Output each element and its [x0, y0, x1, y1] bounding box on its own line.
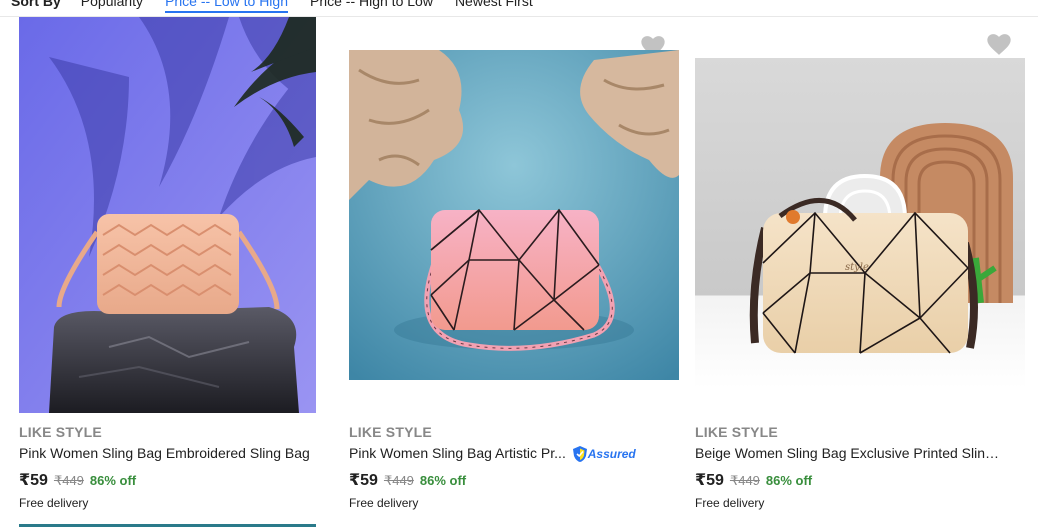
svg-text:style: style: [845, 262, 869, 273]
sort-option-newest[interactable]: Newest First: [455, 0, 533, 10]
product-image[interactable]: style: [695, 58, 1025, 388]
product-title[interactable]: Beige Women Sling Bag Exclusive Printed …: [695, 445, 1000, 461]
product-title[interactable]: Pink Women Sling Bag Embroidered Sling B…: [19, 445, 339, 461]
sort-option-popularity[interactable]: Popularity: [81, 0, 143, 10]
product-brand: LIKE STYLE: [19, 424, 102, 440]
product-card[interactable]: LIKE STYLE Pink Women Sling Bag Embroide…: [19, 17, 349, 527]
product-mrp: ₹449: [729, 473, 760, 488]
price-row: ₹59 ₹449 86% off: [349, 470, 466, 490]
product-price: ₹59: [695, 472, 724, 489]
sort-bar: Sort By Popularity Price -- Low to High …: [0, 0, 1038, 17]
shield-icon: [572, 446, 587, 463]
wishlist-heart-icon[interactable]: [985, 31, 1013, 57]
product-discount: 86% off: [765, 473, 813, 488]
price-row: ₹59 ₹449 86% off: [19, 470, 136, 490]
product-discount: 86% off: [89, 473, 137, 488]
product-brand: LIKE STYLE: [349, 424, 432, 440]
sort-label: Sort By: [11, 0, 61, 9]
delivery-info: Free delivery: [695, 496, 765, 510]
delivery-info: Free delivery: [19, 496, 89, 510]
product-discount: 86% off: [419, 473, 467, 488]
product-price: ₹59: [349, 472, 378, 489]
product-brand: LIKE STYLE: [695, 424, 778, 440]
sort-option-price-low-high[interactable]: Price -- Low to High: [165, 0, 288, 13]
product-mrp: ₹449: [53, 473, 84, 488]
product-card[interactable]: style LIKE STYLE Beige Women Sling Bag E…: [695, 17, 1025, 527]
price-row: ₹59 ₹449 86% off: [695, 470, 812, 490]
assured-badge: Assured: [572, 445, 636, 463]
product-image[interactable]: [19, 17, 316, 413]
product-image[interactable]: [349, 50, 679, 380]
product-price: ₹59: [19, 472, 48, 489]
sort-option-price-high-low[interactable]: Price -- High to Low: [310, 0, 433, 10]
product-title[interactable]: Pink Women Sling Bag Artistic Pr...: [349, 445, 566, 461]
product-card[interactable]: LIKE STYLE Pink Women Sling Bag Artistic…: [349, 17, 679, 527]
delivery-info: Free delivery: [349, 496, 419, 510]
assured-label: Assured: [587, 447, 636, 462]
product-mrp: ₹449: [383, 473, 414, 488]
product-title-row[interactable]: Pink Women Sling Bag Artistic Pr... Assu…: [349, 445, 669, 463]
